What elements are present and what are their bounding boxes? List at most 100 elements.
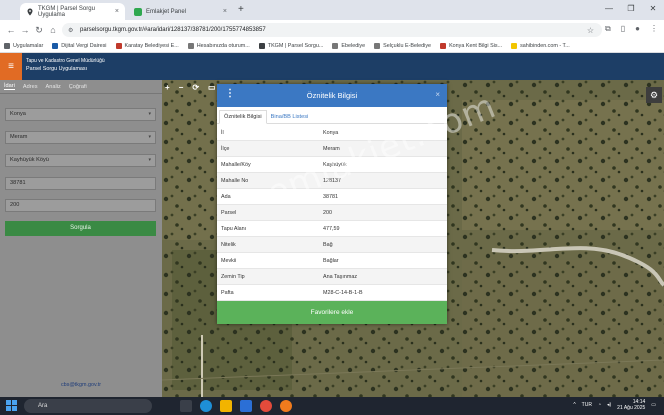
menu-kebab-icon[interactable]: ⋮ (650, 24, 658, 34)
tab-emlakjet[interactable]: Emlakjet Panel × (128, 3, 233, 20)
address-bar[interactable]: ⚙ parselsorgu.tkgm.gov.tr/#ara/idari/128… (62, 23, 602, 37)
zoom-in-icon[interactable]: + (165, 83, 170, 92)
chevron-down-icon: ▾ (148, 157, 151, 163)
chrome-icon[interactable] (260, 400, 272, 412)
clock[interactable]: 14:14 21 Ağu 2025 (617, 399, 645, 411)
file-explorer-icon[interactable] (220, 400, 232, 412)
tab-adres[interactable]: Adres (23, 84, 38, 90)
language-indicator[interactable]: TUR (582, 402, 592, 408)
bookmark-item[interactable]: Selçuklu E-Belediye (374, 43, 431, 49)
tab-title: Emlakjet Panel (146, 8, 187, 15)
dialog-header: ⋮ Öznitelik Bilgisi × (217, 84, 447, 107)
bookmark-favicon-icon (511, 43, 518, 49)
query-sidebar: İdari Adres Analiz Çoğrafi Konya ▾ Meram ▾… (0, 80, 162, 397)
tab-attribute-info[interactable]: Öznitelik Bilgisi (219, 110, 267, 124)
bookmark-favicon-icon (374, 43, 381, 49)
bookmark-favicon-icon (115, 43, 122, 49)
task-view-icon[interactable] (180, 400, 192, 412)
table-row: Nitelik Bağ (217, 237, 447, 253)
bookmark-favicon-icon (52, 43, 59, 49)
query-button[interactable]: Sorgula (5, 221, 156, 236)
neighborhood-select[interactable]: Kayhüyük Köyü ▾ (5, 154, 156, 167)
tab-idari[interactable]: İdari (4, 83, 15, 90)
sidebar-icon[interactable]: ▯ (621, 24, 625, 34)
tab-analiz[interactable]: Analiz (46, 84, 61, 90)
bookmark-item[interactable]: Konya Kent Bilgi Sis... (440, 43, 502, 49)
bookmark-favicon-icon (440, 43, 447, 49)
hamburger-menu-icon[interactable]: ≡ (0, 53, 22, 80)
maximize-icon[interactable]: ❐ (620, 0, 642, 20)
table-row: Zemin Tip Ana Taşınmaz (217, 269, 447, 285)
minimize-icon[interactable]: — (598, 0, 620, 20)
gear-icon[interactable]: ⚙ (646, 87, 662, 103)
map-controls: + − ⟳ ▭ (165, 83, 216, 92)
zoom-out-icon[interactable]: − (179, 83, 184, 92)
fullscreen-icon[interactable]: ▭ (208, 83, 216, 92)
dialog-title: Öznitelik Bilgisi (306, 91, 358, 100)
tab-building-list[interactable]: Bina/BB Listesi (267, 111, 313, 123)
bookmark-item[interactable]: TKGM | Parsel Sorgu... (258, 43, 323, 49)
forward-icon[interactable]: → (18, 25, 32, 35)
extensions-icon[interactable]: ⧉ (605, 24, 611, 34)
close-icon[interactable]: × (435, 90, 440, 99)
bookmark-item[interactable]: Hesabınızda oturum... (187, 43, 250, 49)
notification-icon[interactable]: ▭ (651, 402, 656, 408)
windows-start-icon[interactable] (6, 400, 17, 413)
bookmark-item[interactable]: Dijital Vergi Dairesi (52, 43, 107, 49)
chevron-down-icon: ▾ (148, 111, 151, 117)
contact-email[interactable]: cbs@tkgm.gov.tr (0, 382, 162, 388)
tab-cografi[interactable]: Çoğrafi (69, 84, 87, 90)
chevron-up-icon[interactable]: ^ (573, 402, 575, 408)
chevron-down-icon: ▾ (148, 134, 151, 140)
system-tray: ^ TUR ◔ ◂) 14:14 21 Ağu 2025 ▭ (573, 399, 656, 411)
taskbar-apps (180, 400, 292, 412)
table-row: Mevkii Bağlar (217, 253, 447, 269)
emlakjet-logo-icon (134, 7, 142, 16)
province-select[interactable]: Konya ▾ (5, 108, 156, 121)
browser-tabstrip: TKGM | Parsel Sorgu Uygulama × Emlakjet … (0, 0, 664, 20)
refresh-icon[interactable]: ⟳ (192, 83, 199, 92)
tab-tkgm[interactable]: TKGM | Parsel Sorgu Uygulama × (20, 3, 125, 20)
url-text: parselsorgu.tkgm.gov.tr/#ara/idari/12813… (80, 27, 266, 33)
bookmark-item[interactable]: Karatay Belediyesi E... (115, 43, 179, 49)
wifi-icon[interactable]: ◔ (598, 402, 601, 408)
edge-icon[interactable] (200, 400, 212, 412)
close-icon[interactable]: × (223, 8, 227, 15)
tab-title: TKGM | Parsel Sorgu Uygulama (38, 5, 95, 18)
app-name: Parsel Sorgu Uygulaması (26, 66, 88, 72)
map-pin-icon (26, 8, 34, 16)
bookmark-item[interactable]: Ebelediye (332, 43, 365, 49)
browser-toolbar: ← → ↻ ⌂ ⚙ parselsorgu.tkgm.gov.tr/#ara/i… (0, 20, 664, 40)
table-row: Parsel 200 (217, 205, 447, 221)
mail-icon[interactable] (240, 400, 252, 412)
site-info-icon[interactable]: ⚙ (68, 27, 76, 34)
table-row: Tapu Alanı 477,59 (217, 221, 447, 237)
bookmark-item[interactable]: sahibinden.com - T... (511, 43, 570, 49)
map-pin-icon (258, 43, 265, 49)
sidebar-tabs: İdari Adres Analiz Çoğrafi (0, 80, 162, 94)
back-icon[interactable]: ← (4, 25, 18, 35)
reload-icon[interactable]: ↻ (32, 25, 46, 36)
bookmark-star-icon[interactable]: ☆ (587, 26, 594, 35)
agency-name: Tapu ve Kadastro Genel Müdürlüğü (26, 58, 105, 64)
firefox-icon[interactable] (280, 400, 292, 412)
window-close-icon[interactable]: ✕ (642, 0, 664, 20)
taskbar-search-input[interactable]: Ara (24, 399, 152, 413)
close-icon[interactable]: × (115, 8, 119, 15)
district-select[interactable]: Meram ▾ (5, 131, 156, 144)
block-input[interactable]: 38781 (5, 177, 156, 190)
bookmarks-bar: Uygulamalar Dijital Vergi Dairesi Karata… (0, 40, 664, 53)
home-icon[interactable]: ⌂ (46, 25, 60, 35)
bookmark-apps[interactable]: Uygulamalar (4, 43, 43, 49)
new-tab-icon[interactable]: + (238, 4, 244, 15)
bookmark-favicon-icon (332, 43, 339, 49)
add-to-favorites-button[interactable]: Favorilere ekle (217, 301, 447, 324)
clock-date: 21 Ağu 2025 (617, 405, 646, 411)
table-row: Pafta M28-C-14-B-1-B (217, 285, 447, 301)
parcel-input[interactable]: 200 (5, 199, 156, 212)
profile-icon[interactable]: ● (635, 24, 640, 34)
app-header: ≡ Tapu ve Kadastro Genel Müdürlüğü Parse… (0, 53, 664, 80)
apps-grid-icon (4, 43, 10, 49)
volume-icon[interactable]: ◂) (607, 402, 611, 408)
app-brand: Tapu ve Kadastro Genel Müdürlüğü Parsel … (26, 58, 105, 72)
